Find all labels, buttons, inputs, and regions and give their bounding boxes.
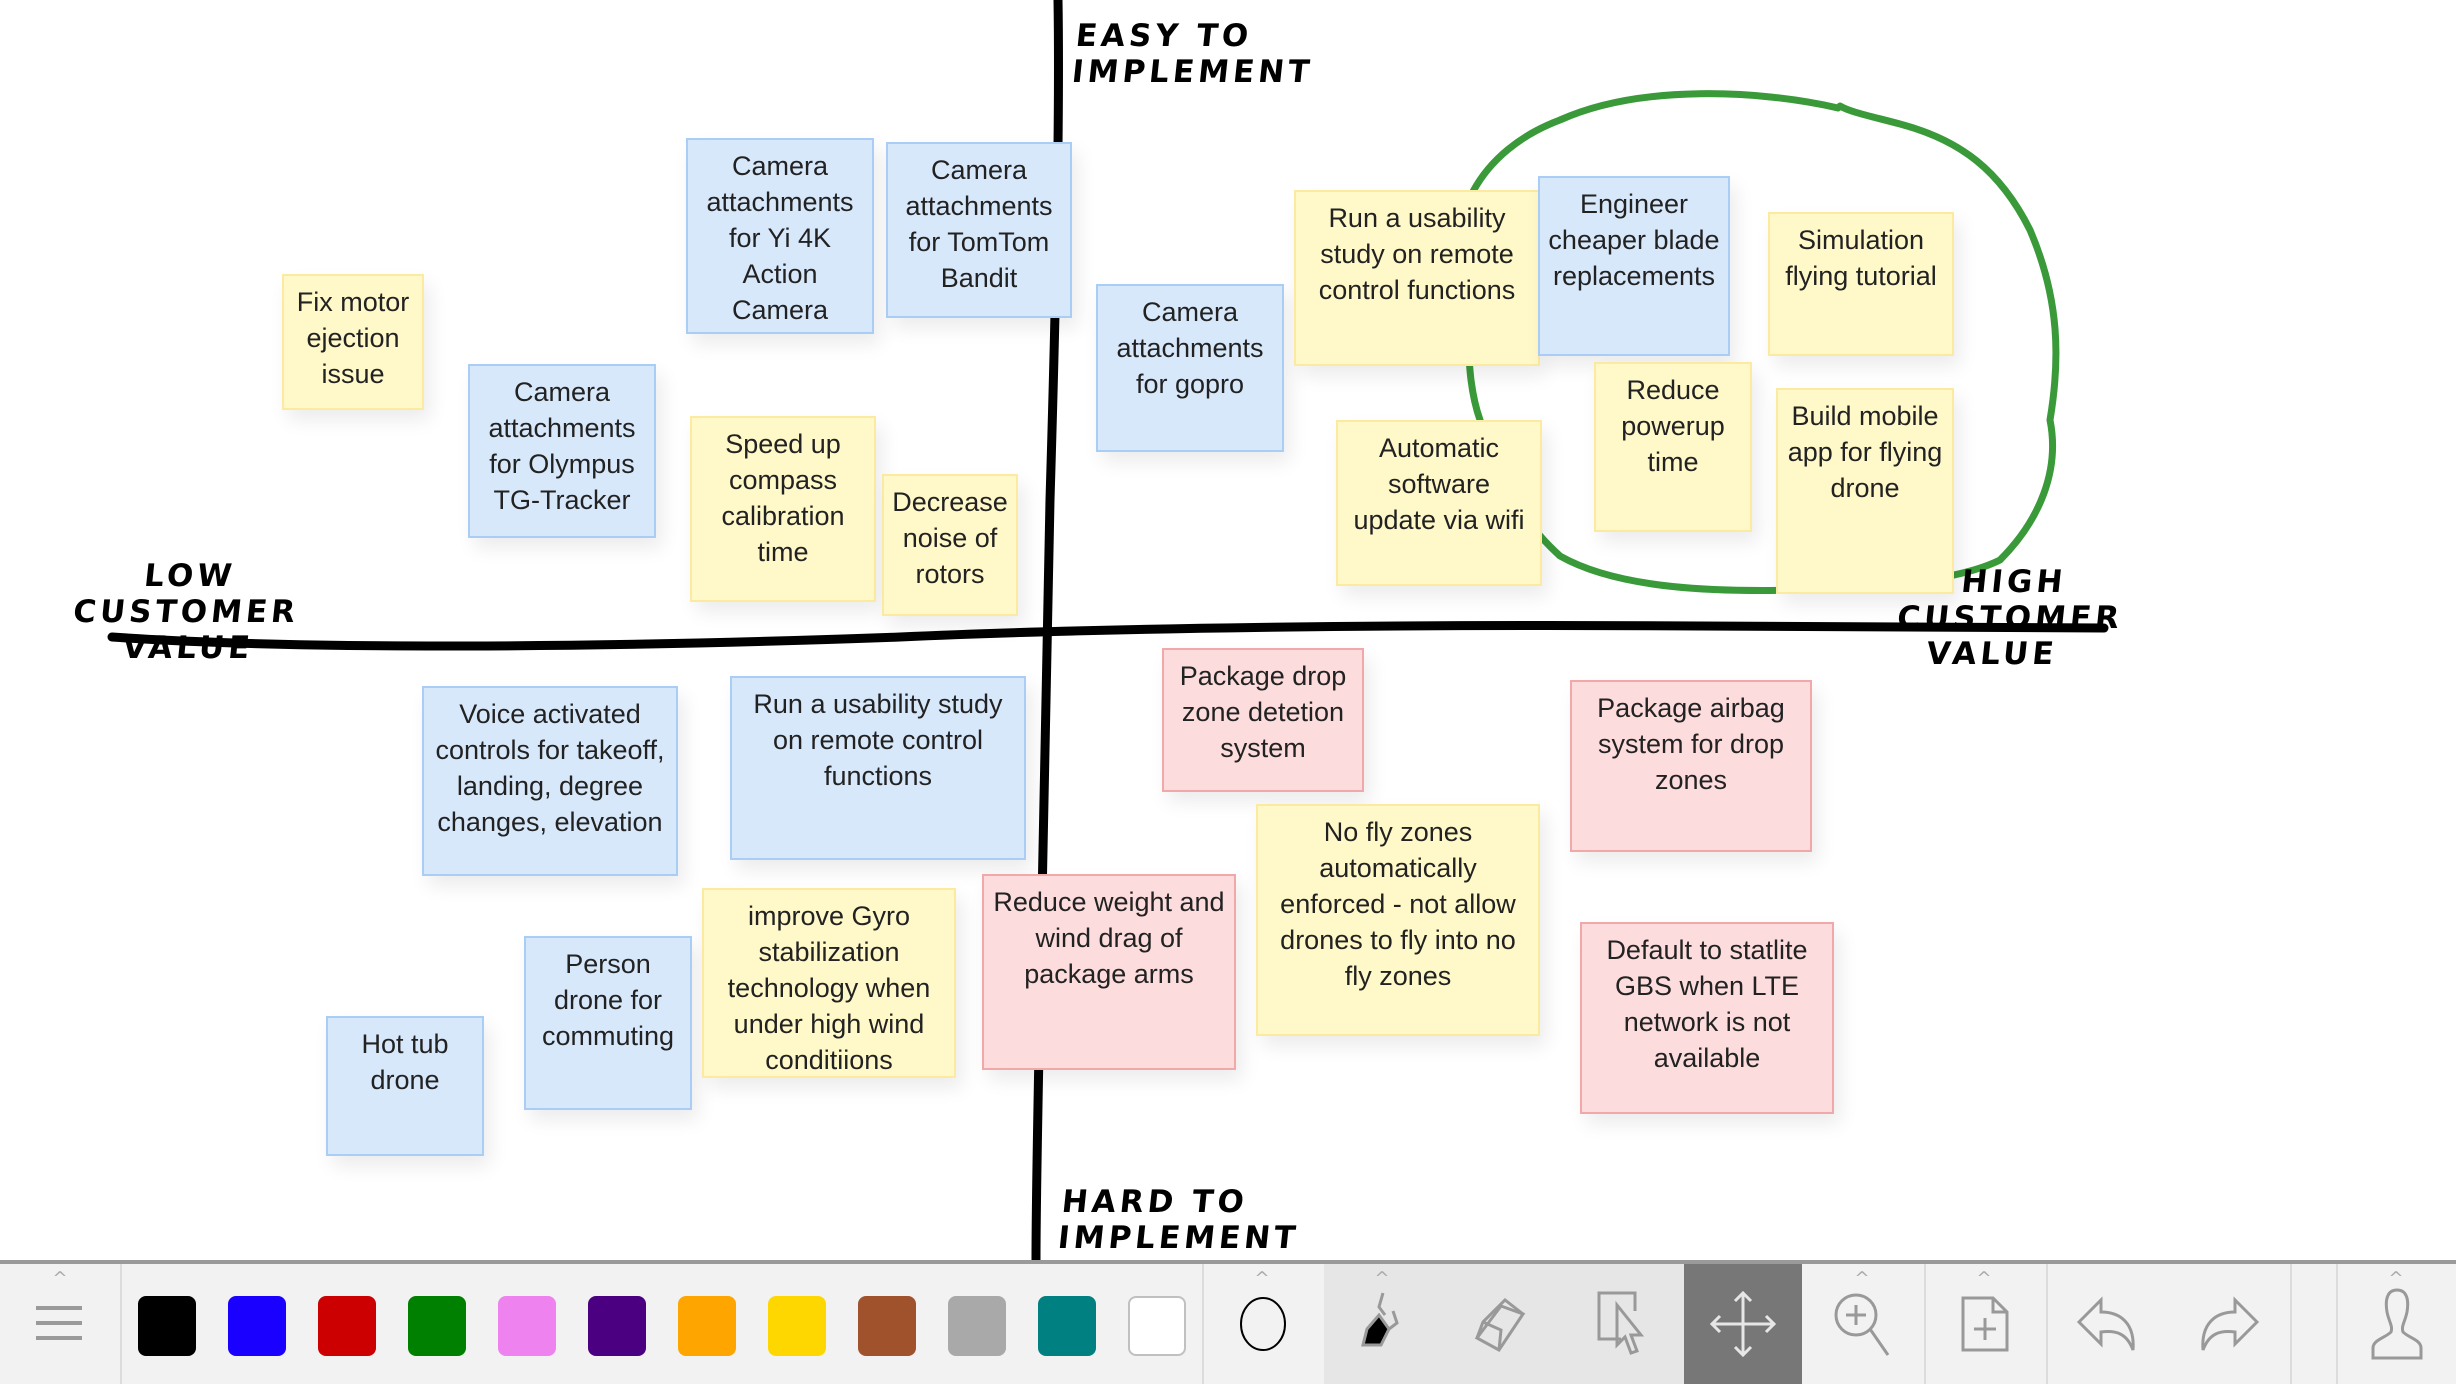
expand-caret-icon[interactable]: ^ bbox=[1852, 1270, 1872, 1288]
sticky-note[interactable]: Camera attachments for gopro bbox=[1096, 284, 1284, 452]
sticky-note[interactable]: Hot tub drone bbox=[326, 1016, 484, 1156]
color-swatch-white[interactable] bbox=[1128, 1296, 1186, 1356]
add-page-icon bbox=[1961, 1296, 2009, 1352]
sticky-note[interactable]: Fix motor ejection issue bbox=[282, 274, 424, 410]
marker-tool-button[interactable]: ^ bbox=[1324, 1264, 1442, 1384]
sticky-note[interactable]: Decrease noise of rotors bbox=[882, 474, 1018, 616]
expand-caret-icon[interactable]: ^ bbox=[1372, 1270, 1392, 1288]
stroke-size-circle-icon bbox=[1240, 1297, 1286, 1351]
expand-caret-icon[interactable]: ^ bbox=[50, 1270, 70, 1288]
sticky-note[interactable]: Simulation flying tutorial bbox=[1768, 212, 1954, 356]
axis-label-easy-to-implement: EASY TO IMPLEMENT bbox=[1070, 18, 1316, 90]
menu-section: ^ bbox=[0, 1264, 120, 1384]
axis-label-hard-to-implement: HARD TO IMPLEMENT bbox=[1056, 1184, 1302, 1256]
pan-tool-button[interactable] bbox=[1684, 1264, 1802, 1384]
undo-arrow-icon bbox=[2076, 1296, 2135, 1351]
expand-caret-icon[interactable]: ^ bbox=[2386, 1270, 2406, 1288]
color-swatch-pink[interactable] bbox=[498, 1296, 556, 1356]
select-cursor-icon bbox=[1597, 1291, 1645, 1355]
zoom-in-button[interactable]: ^ bbox=[1804, 1264, 1922, 1384]
axis-label-high-line2: VALUE bbox=[1924, 636, 2060, 672]
expand-caret-icon[interactable]: ^ bbox=[1974, 1270, 1994, 1288]
sticky-note[interactable]: improve Gyro stabilization technology wh… bbox=[702, 888, 956, 1078]
color-swatch-yellow[interactable] bbox=[768, 1296, 826, 1356]
add-page-button[interactable]: ^ bbox=[1926, 1264, 2044, 1384]
axis-label-low-line1: LOW CUSTOMER bbox=[71, 558, 301, 630]
color-swatch-purple[interactable] bbox=[588, 1296, 646, 1356]
color-swatch-orange[interactable] bbox=[678, 1296, 736, 1356]
sticky-note[interactable]: Engineer cheaper blade replacements bbox=[1538, 176, 1730, 356]
sticky-note[interactable]: Reduce weight and wind drag of package a… bbox=[982, 874, 1236, 1070]
sticky-note[interactable]: No fly zones automatically enforced - no… bbox=[1256, 804, 1540, 1036]
bottom-toolbar: ^ ^ ^ ^ ^ ^ bbox=[0, 1260, 2456, 1384]
color-swatch-green[interactable] bbox=[408, 1296, 466, 1356]
hamburger-menu-icon[interactable] bbox=[36, 1306, 82, 1342]
toolbar-divider bbox=[2290, 1264, 2292, 1384]
sticky-note[interactable]: Voice activated controls for takeoff, la… bbox=[422, 686, 678, 876]
account-button[interactable]: ^ bbox=[2338, 1264, 2456, 1384]
color-swatch-blue[interactable] bbox=[228, 1296, 286, 1356]
sticky-note[interactable]: Person drone for commuting bbox=[524, 936, 692, 1110]
expand-caret-icon[interactable]: ^ bbox=[1252, 1270, 1272, 1288]
horizontal-axis-line bbox=[107, 620, 2109, 651]
stroke-size-button[interactable]: ^ bbox=[1204, 1264, 1322, 1384]
sticky-note[interactable]: Default to statlite GBS when LTE network… bbox=[1580, 922, 1834, 1114]
eraser-icon bbox=[1474, 1298, 1526, 1352]
eraser-tool-button[interactable] bbox=[1444, 1264, 1562, 1384]
sticky-note[interactable]: Reduce powerup time bbox=[1594, 362, 1752, 532]
sticky-note[interactable]: Build mobile app for flying drone bbox=[1776, 388, 1954, 594]
undo-button[interactable] bbox=[2048, 1264, 2168, 1384]
color-swatch-red[interactable] bbox=[318, 1296, 376, 1356]
select-tool-button[interactable] bbox=[1564, 1264, 1682, 1384]
marker-icon bbox=[1361, 1292, 1399, 1347]
redo-arrow-icon bbox=[2201, 1296, 2260, 1351]
sticky-note[interactable]: Run a usability study on remote control … bbox=[1294, 190, 1540, 366]
sticky-note[interactable]: Run a usability study on remote control … bbox=[730, 676, 1026, 860]
move-arrows-icon bbox=[1709, 1290, 1777, 1358]
color-swatch-brown[interactable] bbox=[858, 1296, 916, 1356]
color-swatch-black[interactable] bbox=[138, 1296, 196, 1356]
sticky-note[interactable]: Package airbag system for drop zones bbox=[1570, 680, 1812, 852]
sticky-note[interactable]: Camera attachments for Olympus TG-Tracke… bbox=[468, 364, 656, 538]
sticky-note[interactable]: Camera attachments for Yi 4K Action Came… bbox=[686, 138, 874, 334]
color-swatch-gray[interactable] bbox=[948, 1296, 1006, 1356]
axis-label-low-customer-value: LOW CUSTOMER VALUE bbox=[50, 558, 326, 666]
color-swatch-teal[interactable] bbox=[1038, 1296, 1096, 1356]
whiteboard-canvas[interactable]: EASY TO IMPLEMENT HARD TO IMPLEMENT LOW … bbox=[0, 0, 2456, 1260]
sticky-note[interactable]: Package drop zone detetion system bbox=[1162, 648, 1364, 792]
user-profile-icon bbox=[2371, 1288, 2423, 1360]
sticky-note[interactable]: Automatic software update via wifi bbox=[1336, 420, 1542, 586]
toolbar-divider bbox=[120, 1264, 122, 1384]
redo-button[interactable] bbox=[2168, 1264, 2288, 1384]
zoom-in-icon bbox=[1834, 1293, 1890, 1356]
sticky-note[interactable]: Speed up compass calibration time bbox=[690, 416, 876, 602]
sticky-note[interactable]: Camera attachments for TomTom Bandit bbox=[886, 142, 1072, 318]
axis-label-low-line2: VALUE bbox=[120, 630, 256, 666]
